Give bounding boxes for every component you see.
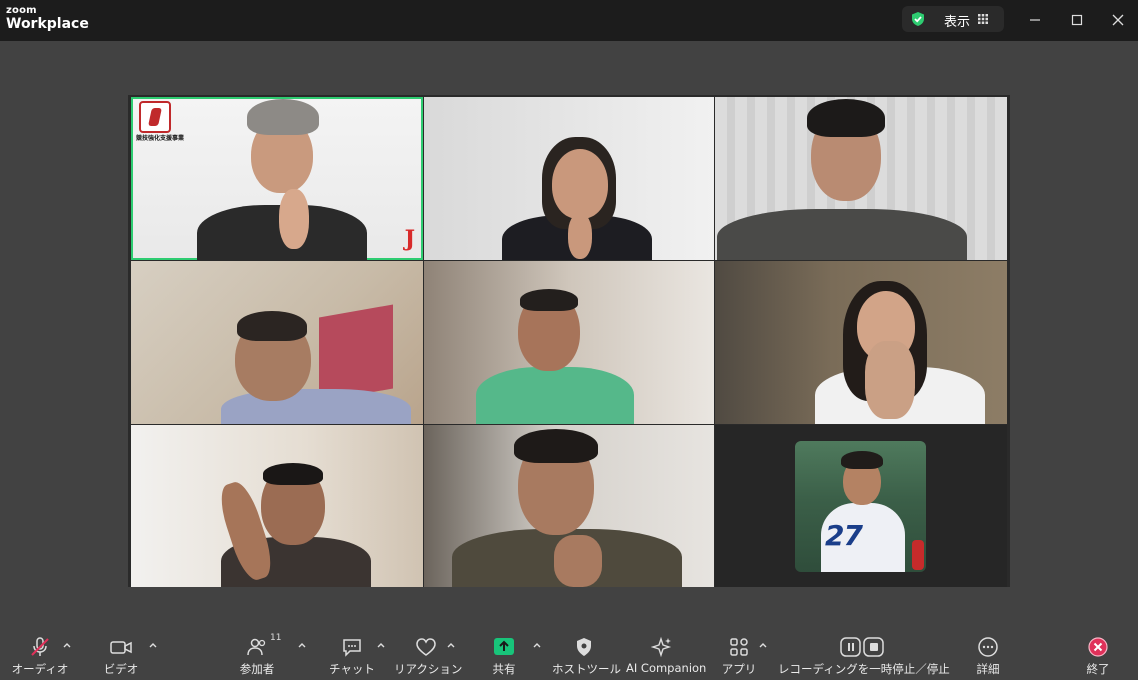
participants-label: 参加者: [239, 662, 275, 676]
more-label: 詳細: [976, 662, 1000, 676]
end-meeting-button[interactable]: 終了: [1078, 636, 1118, 678]
video-grid: 競技強化支援事業 J 27: [128, 95, 1010, 587]
background-poster: [319, 304, 393, 402]
video-tile-6[interactable]: [715, 261, 1007, 424]
logo-zoom-text: zoom: [6, 5, 37, 16]
chat-bubble-icon: [343, 639, 361, 657]
apps-label: アプリ: [721, 662, 757, 676]
participant-hair: [841, 451, 883, 469]
video-tile-2[interactable]: [424, 97, 714, 260]
share-options-chevron-icon[interactable]: [532, 640, 542, 650]
meeting-toolbar: オーディオ ビデオ 参加者 11 チャット リアクション 共有 ホストツール A…: [0, 628, 1138, 680]
title-bar: zoom Workplace 表示: [0, 0, 1138, 41]
participant-head: [552, 149, 608, 219]
video-tile-4[interactable]: [131, 261, 423, 424]
logo-workplace-text: Workplace: [6, 16, 89, 32]
participant-hair: [247, 99, 319, 135]
participant-hair: [263, 463, 323, 485]
recording-pause-stop-button[interactable]: レコーディングを一時停止／停止: [778, 636, 950, 678]
participant-body: [717, 209, 967, 260]
muted-mic-icon: [31, 637, 49, 656]
audio-button[interactable]: オーディオ: [10, 636, 70, 678]
organization-logo-icon: [139, 101, 171, 133]
participant-hair: [807, 99, 885, 137]
host-tools-label: ホストツール: [552, 662, 621, 676]
background-flag: [912, 540, 924, 570]
video-tile-9[interactable]: 27: [715, 425, 1007, 587]
badge-text: 競技強化支援事業: [136, 135, 185, 142]
ai-companion-label: AI Companion: [626, 661, 707, 675]
app-logo: zoom Workplace: [6, 5, 89, 32]
video-camera-icon: [110, 641, 132, 654]
video-tile-3[interactable]: [715, 97, 1007, 260]
recording-label: レコーディングを一時停止／停止: [778, 662, 950, 676]
apps-options-chevron-icon[interactable]: [758, 640, 768, 650]
video-tile-8[interactable]: [424, 425, 714, 587]
video-tile-1[interactable]: 競技強化支援事業 J: [131, 97, 423, 260]
participant-hands: [568, 213, 592, 259]
chat-options-chevron-icon[interactable]: [376, 640, 386, 650]
video-button[interactable]: ビデオ: [96, 636, 146, 678]
participants-icon: [247, 638, 266, 656]
participants-options-chevron-icon[interactable]: [297, 640, 307, 650]
view-button[interactable]: 表示: [902, 6, 1004, 32]
end-x-icon: [1088, 637, 1108, 657]
video-tile-7[interactable]: [131, 425, 423, 587]
reactions-options-chevron-icon[interactable]: [446, 640, 456, 650]
apps-icon: [730, 638, 748, 656]
host-tools-button[interactable]: ホストツール: [552, 636, 621, 678]
more-dots-icon: [978, 637, 998, 657]
maximize-icon[interactable]: [1066, 9, 1088, 31]
participant-hair: [237, 311, 307, 341]
share-screen-icon: [494, 638, 514, 655]
jersey-number: 27: [825, 519, 863, 552]
ai-sparkle-icon: [651, 636, 672, 658]
minimize-icon[interactable]: [1024, 9, 1046, 31]
host-shield-icon: [577, 638, 591, 656]
apps-button[interactable]: アプリ: [720, 636, 758, 678]
grid-view-icon: [978, 14, 988, 24]
more-button[interactable]: 詳細: [968, 636, 1008, 678]
chat-label: チャット: [329, 662, 375, 676]
reactions-label: リアクション: [394, 662, 463, 676]
participant-hands: [554, 535, 602, 587]
participant-hands: [865, 341, 915, 419]
audio-label: オーディオ: [11, 662, 69, 676]
video-label: ビデオ: [103, 662, 139, 676]
participant-body: [476, 367, 634, 424]
participant-hair: [520, 289, 578, 311]
participants-count: 11: [270, 633, 282, 643]
video-options-chevron-icon[interactable]: [148, 640, 158, 650]
profile-photo: 27: [795, 441, 926, 572]
chat-button[interactable]: チャット: [328, 636, 376, 678]
share-label: 共有: [492, 662, 516, 676]
view-label: 表示: [944, 15, 971, 30]
pause-stop-icon: [840, 637, 884, 657]
audio-options-chevron-icon[interactable]: [62, 640, 72, 650]
security-shield-icon: [912, 12, 924, 26]
video-tile-5[interactable]: [424, 261, 714, 424]
participant-hair: [514, 429, 598, 463]
heart-icon: [416, 638, 436, 656]
share-button[interactable]: 共有: [484, 636, 524, 678]
end-label: 終了: [1086, 662, 1110, 676]
close-icon[interactable]: [1107, 9, 1129, 31]
participant-hands: [279, 189, 309, 249]
j-logo-mark: J: [404, 226, 415, 252]
ai-companion-button[interactable]: AI Companion: [626, 636, 707, 678]
